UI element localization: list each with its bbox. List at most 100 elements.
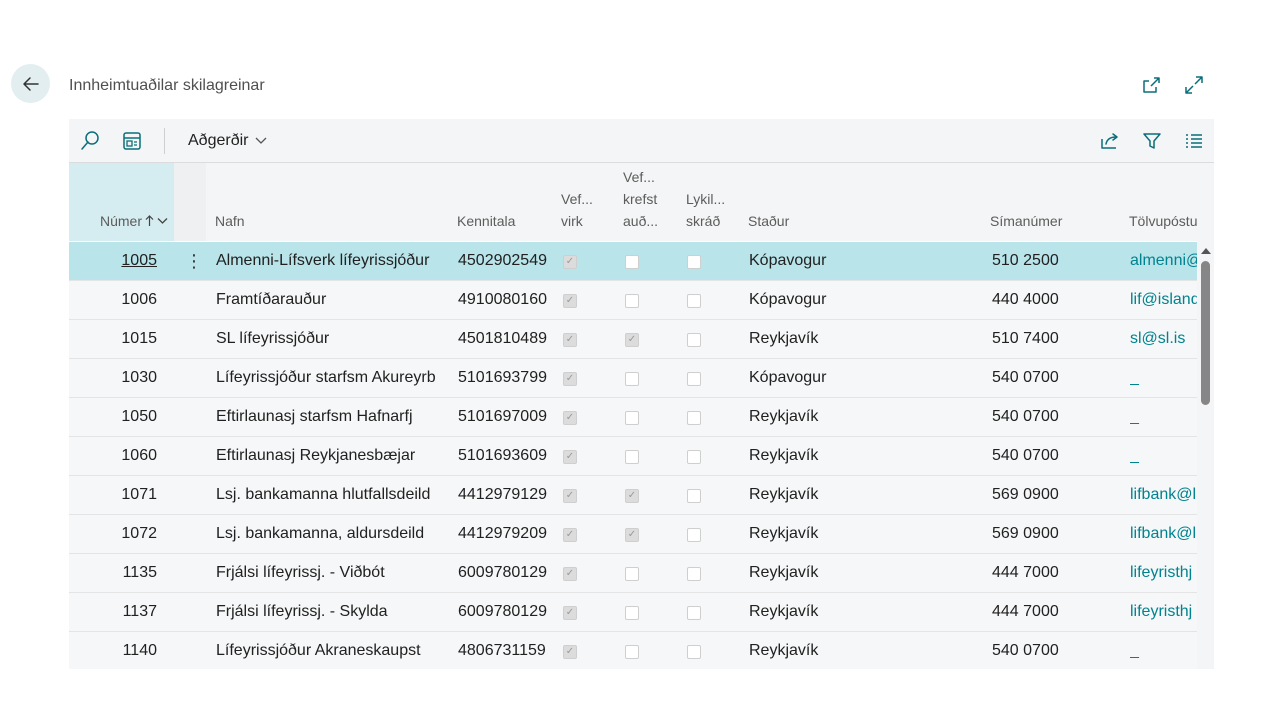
cell-stadur[interactable]: Reykjavík: [749, 437, 818, 475]
cell-stadur[interactable]: Kópavogur: [749, 359, 826, 397]
column-header-lykil[interactable]: Lykil... skráð: [686, 188, 725, 232]
cell-simanumer[interactable]: 444 7000: [992, 593, 1059, 631]
cell-kennitala[interactable]: 5101693609: [458, 437, 547, 475]
cell-simanumer[interactable]: 510 7400: [992, 320, 1059, 358]
cell-nafn[interactable]: Lífeyrissjóður Akraneskaupst: [216, 632, 421, 669]
cell-tolvupostur[interactable]: lifeyristhj: [1130, 593, 1197, 631]
cell-numer[interactable]: 1050: [69, 398, 157, 436]
share-icon[interactable]: [1099, 130, 1121, 152]
cell-stadur[interactable]: Kópavogur: [749, 281, 826, 319]
checkbox-lykil: [687, 333, 701, 347]
cell-tolvupostur[interactable]: lif@island: [1130, 281, 1197, 319]
cell-kennitala[interactable]: 4412979209: [458, 515, 547, 553]
cell-tolvupostur[interactable]: lifbank@l: [1130, 515, 1197, 553]
cell-nafn[interactable]: Lífeyrissjóður starfsm Akureyrb: [216, 359, 436, 397]
cell-nafn[interactable]: Eftirlaunasj Reykjanesbæjar: [216, 437, 415, 475]
cell-stadur[interactable]: Reykjavík: [749, 593, 818, 631]
cell-tolvupostur[interactable]: _: [1130, 632, 1197, 669]
column-header-vef-krefst[interactable]: Vef... krefst auð...: [623, 166, 658, 232]
cell-tolvupostur[interactable]: almenni@: [1130, 242, 1197, 280]
cell-simanumer[interactable]: 540 0700: [992, 632, 1059, 669]
cell-stadur[interactable]: Reykjavík: [749, 476, 818, 514]
layout-icon[interactable]: [121, 130, 143, 152]
cell-simanumer[interactable]: 444 7000: [992, 554, 1059, 592]
cell-kennitala[interactable]: 4910080160: [458, 281, 547, 319]
table-row[interactable]: 1137 Frjálsi lífeyrissj. - Skylda 60097801…: [69, 593, 1197, 632]
cell-tolvupostur[interactable]: lifeyristhj: [1130, 554, 1197, 592]
filter-icon[interactable]: [1141, 130, 1163, 152]
row-menu-icon[interactable]: ⋮: [185, 242, 203, 280]
cell-numer[interactable]: 1006: [69, 281, 157, 319]
search-icon[interactable]: [79, 130, 101, 152]
table-row[interactable]: 1060 Eftirlaunasj Reykjanesbæjar 510169360…: [69, 437, 1197, 476]
table-row[interactable]: 1071 Lsj. bankamanna hlutfallsdeild 441297…: [69, 476, 1197, 515]
table-row[interactable]: 1030 Lífeyrissjóður starfsm Akureyrb 51016…: [69, 359, 1197, 398]
column-header-kennitala[interactable]: Kennitala: [457, 210, 515, 232]
vertical-scrollbar[interactable]: [1199, 205, 1212, 669]
cell-nafn[interactable]: Eftirlaunasj starfsm Hafnarfj: [216, 398, 413, 436]
table-row[interactable]: 1140 Lífeyrissjóður Akraneskaupst 48067311…: [69, 632, 1197, 669]
column-header-tolvupostur[interactable]: Tölvupóstur: [1129, 210, 1197, 232]
cell-kennitala[interactable]: 4806731159: [458, 632, 546, 669]
cell-numer[interactable]: 1137: [69, 593, 157, 631]
column-header-vef-virk[interactable]: Vef... virk: [561, 188, 593, 232]
column-header-nafn[interactable]: Nafn: [215, 210, 245, 232]
cell-numer[interactable]: 1135: [69, 554, 157, 592]
table-row[interactable]: 1015 SL lífeyrissjóður 4501810489 ✓ ✓ Reykjav…: [69, 320, 1197, 359]
cell-simanumer[interactable]: 440 4000: [992, 281, 1059, 319]
cell-kennitala[interactable]: 6009780129: [458, 593, 547, 631]
cell-nafn[interactable]: Lsj. bankamanna hlutfallsdeild: [216, 476, 430, 514]
cell-nafn[interactable]: Almenni-Lífsverk lífeyrissjóður: [216, 242, 429, 280]
open-in-new-window-icon[interactable]: [1141, 74, 1163, 96]
cell-tolvupostur[interactable]: sl@sl.is: [1130, 320, 1197, 358]
cell-simanumer[interactable]: 569 0900: [992, 515, 1059, 553]
cell-tolvupostur[interactable]: _: [1130, 359, 1197, 397]
cell-simanumer[interactable]: 540 0700: [992, 398, 1059, 436]
cell-kennitala[interactable]: 5101697009: [458, 398, 547, 436]
cell-kennitala[interactable]: 4412979129: [458, 476, 547, 514]
cell-kennitala[interactable]: 4502902549: [458, 242, 547, 280]
cell-numer[interactable]: 1030: [69, 359, 157, 397]
cell-stadur[interactable]: Reykjavík: [749, 554, 818, 592]
table-row[interactable]: 1072 Lsj. bankamanna, aldursdeild 44129792…: [69, 515, 1197, 554]
cell-stadur[interactable]: Reykjavík: [749, 632, 818, 669]
column-header-stadur[interactable]: Staður: [748, 210, 789, 232]
cell-numer[interactable]: 1071: [69, 476, 157, 514]
scroll-up-icon[interactable]: [1201, 248, 1211, 254]
cell-nafn[interactable]: Lsj. bankamanna, aldursdeild: [216, 515, 424, 553]
cell-stadur[interactable]: Reykjavík: [749, 398, 818, 436]
cell-simanumer[interactable]: 569 0900: [992, 476, 1059, 514]
cell-nafn[interactable]: Frjálsi lífeyrissj. - Viðbót: [216, 554, 385, 592]
scrollbar-thumb[interactable]: [1201, 261, 1210, 405]
cell-simanumer[interactable]: 540 0700: [992, 359, 1059, 397]
table-row[interactable]: 1006 Framtíðarauður 4910080160 ✓ Kópavogur 44…: [69, 281, 1197, 320]
cell-stadur[interactable]: Reykjavík: [749, 515, 818, 553]
actions-menu-button[interactable]: Aðgerðir: [188, 132, 268, 150]
cell-numer[interactable]: 1005: [69, 242, 157, 280]
cell-kennitala[interactable]: 5101693799: [458, 359, 547, 397]
cell-tolvupostur[interactable]: _: [1130, 398, 1197, 436]
cell-simanumer[interactable]: 540 0700: [992, 437, 1059, 475]
cell-numer[interactable]: 1140: [69, 632, 157, 669]
column-header-simanumer[interactable]: Símanúmer: [990, 210, 1062, 232]
cell-stadur[interactable]: Kópavogur: [749, 242, 826, 280]
cell-numer[interactable]: 1072: [69, 515, 157, 553]
cell-numer[interactable]: 1060: [69, 437, 157, 475]
cell-nafn[interactable]: SL lífeyrissjóður: [216, 320, 329, 358]
cell-kennitala[interactable]: 6009780129: [458, 554, 547, 592]
cell-stadur[interactable]: Reykjavík: [749, 320, 818, 358]
cell-tolvupostur[interactable]: lifbank@l: [1130, 476, 1197, 514]
expand-icon[interactable]: [1183, 74, 1205, 96]
back-button[interactable]: [11, 64, 50, 103]
table-row[interactable]: 1005 ⋮ Almenni-Lífsverk lífeyrissjóður 4502…: [69, 242, 1197, 281]
cell-nafn[interactable]: Frjálsi lífeyrissj. - Skylda: [216, 593, 388, 631]
table-row[interactable]: 1050 Eftirlaunasj starfsm Hafnarfj 5101697…: [69, 398, 1197, 437]
table-row[interactable]: 1135 Frjálsi lífeyrissj. - Viðbót 60097801…: [69, 554, 1197, 593]
cell-simanumer[interactable]: 510 2500: [992, 242, 1059, 280]
cell-kennitala[interactable]: 4501810489: [458, 320, 547, 358]
cell-tolvupostur[interactable]: _: [1130, 437, 1197, 475]
cell-nafn[interactable]: Framtíðarauður: [216, 281, 326, 319]
cell-numer[interactable]: 1015: [69, 320, 157, 358]
list-view-icon[interactable]: [1183, 130, 1205, 152]
column-header-numer[interactable]: Númer: [100, 210, 168, 232]
